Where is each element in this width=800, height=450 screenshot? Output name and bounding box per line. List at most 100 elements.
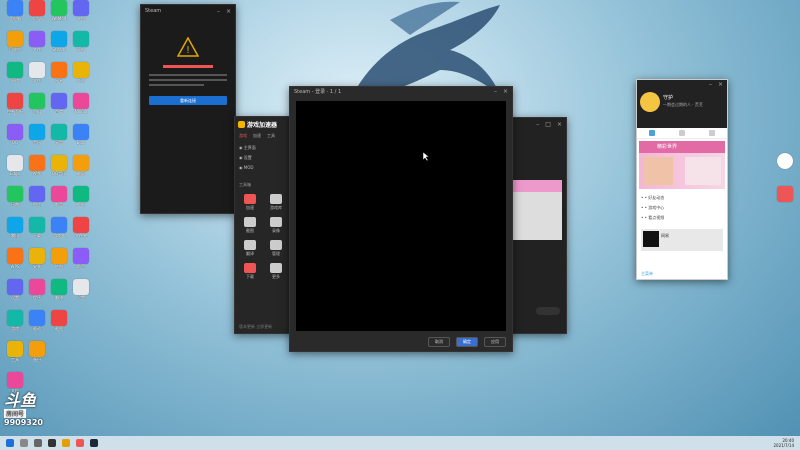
desktop-icon[interactable]: Nvidia bbox=[68, 93, 94, 123]
platform-tab[interactable]: 加速 bbox=[253, 133, 261, 139]
app-icon bbox=[73, 279, 89, 295]
avatar[interactable] bbox=[640, 92, 660, 112]
platform-list: ◉ 主界面 ◉ 设置 ◉ MOD bbox=[235, 141, 293, 174]
close-icon[interactable]: × bbox=[718, 81, 723, 88]
contacts-icon[interactable] bbox=[679, 130, 685, 136]
reconnect-button[interactable]: 重新连接 bbox=[149, 96, 227, 105]
desktop-icon[interactable]: 办公 bbox=[68, 62, 94, 92]
maximize-icon[interactable]: □ bbox=[545, 121, 551, 128]
qq-list-item[interactable]: • • 好友动态 bbox=[641, 193, 723, 203]
search-icon[interactable] bbox=[20, 439, 28, 447]
dialog-button[interactable]: 应用 bbox=[484, 337, 506, 347]
app-icon bbox=[51, 217, 67, 233]
qq-list-item[interactable]: • • 游戏中心 bbox=[641, 203, 723, 213]
task-view-icon[interactable] bbox=[34, 439, 42, 447]
app-icon bbox=[777, 153, 793, 169]
platform-tabs: 游戏 加速 工具 bbox=[235, 131, 293, 141]
app-icon bbox=[73, 62, 89, 78]
desktop-icon-label: 文档 bbox=[77, 16, 85, 21]
taskbar: 20:40 2021/7/14 bbox=[0, 436, 800, 450]
app-icon bbox=[777, 186, 793, 202]
tool-button[interactable]: 加速 bbox=[239, 194, 261, 211]
desktop-icon[interactable]: 文件夹 bbox=[68, 217, 94, 247]
desktop-icon-label: 办公 bbox=[77, 78, 85, 83]
app-icon bbox=[29, 310, 45, 326]
qq-banner[interactable]: 精彩世界 bbox=[639, 141, 725, 189]
desktop-icon-right-2[interactable] bbox=[772, 186, 798, 216]
tool-icon bbox=[270, 194, 282, 204]
app-icon bbox=[51, 93, 67, 109]
platform-list-item[interactable]: ◉ 设置 bbox=[239, 153, 289, 163]
tool-button[interactable]: 下载 bbox=[239, 263, 261, 280]
desktop-icon[interactable]: 截图 bbox=[46, 310, 72, 340]
tool-icon bbox=[244, 263, 256, 273]
tool-button[interactable]: 管理 bbox=[265, 240, 287, 257]
start-icon[interactable] bbox=[6, 439, 14, 447]
minimize-icon[interactable]: – bbox=[494, 88, 497, 95]
desktop-icon[interactable]: Epic bbox=[68, 124, 94, 154]
desktop-icon-label: Nvidia bbox=[74, 109, 88, 114]
platform-footer: 版本更新 立即更新 bbox=[239, 324, 273, 329]
desktop-icon[interactable]: 截屏 bbox=[68, 155, 94, 185]
minimize-icon[interactable]: – bbox=[536, 121, 539, 128]
platform-tab[interactable]: 游戏 bbox=[239, 133, 247, 139]
dialog-button[interactable]: 确定 bbox=[456, 337, 478, 347]
platform-list-item[interactable]: ◉ MOD bbox=[239, 163, 289, 172]
banner-image-left bbox=[643, 157, 673, 185]
desktop-icon-label: 助手 bbox=[77, 264, 85, 269]
tool-label: 录像 bbox=[272, 228, 280, 233]
close-icon[interactable]: × bbox=[226, 8, 231, 15]
taskbar-app-icon[interactable] bbox=[48, 439, 56, 447]
close-icon[interactable]: × bbox=[557, 121, 562, 128]
desktop-icon[interactable]: 文档 bbox=[68, 0, 94, 30]
app-icon bbox=[29, 0, 45, 16]
chat-avatar bbox=[643, 231, 659, 247]
qq-footer[interactable]: 主菜单 bbox=[641, 271, 653, 277]
tool-icon bbox=[270, 217, 282, 227]
warning-icon: ! bbox=[141, 36, 235, 59]
steam-icon[interactable] bbox=[90, 439, 98, 447]
app-icon bbox=[73, 0, 89, 16]
tools-grid: 加速 游戏库 截图 录像翻译 管理 下载 更多 bbox=[235, 190, 293, 284]
tool-button[interactable]: 录像 bbox=[265, 217, 287, 234]
tool-button[interactable]: 游戏库 bbox=[265, 194, 287, 211]
desktop-icon[interactable]: 表格 bbox=[68, 31, 94, 61]
dialog-button[interactable]: 取消 bbox=[428, 337, 450, 347]
minimize-icon[interactable]: – bbox=[709, 81, 712, 88]
desktop-icon-right-1[interactable] bbox=[772, 153, 798, 183]
clock-date: 2021/7/14 bbox=[773, 443, 794, 448]
toggle-pill[interactable] bbox=[536, 307, 560, 315]
platform-tab[interactable]: 工具 bbox=[267, 133, 275, 139]
taskbar-app-icon[interactable] bbox=[76, 439, 84, 447]
desktop-icon[interactable]: 助手 bbox=[68, 248, 94, 278]
tool-button[interactable]: 翻译 bbox=[239, 240, 261, 257]
app-icon bbox=[29, 217, 45, 233]
app-icon bbox=[7, 186, 23, 202]
qq-list-item[interactable]: • • 看点视频 bbox=[641, 213, 723, 223]
main-window-titlebar: Steam - 登录 · 1 / 1 – × bbox=[290, 87, 512, 96]
desktop-icon[interactable]: 设置 bbox=[68, 279, 94, 309]
tool-button[interactable]: 截图 bbox=[239, 217, 261, 234]
app-icon bbox=[51, 62, 67, 78]
clock[interactable]: 20:40 2021/7/14 bbox=[773, 438, 794, 448]
app-icon bbox=[7, 341, 23, 357]
desktop-icon[interactable]: 壁纸 bbox=[68, 186, 94, 216]
app-icon bbox=[7, 93, 23, 109]
close-icon[interactable]: × bbox=[503, 88, 508, 95]
tool-label: 翻译 bbox=[246, 251, 254, 256]
app-icon bbox=[29, 124, 45, 140]
app-icon bbox=[29, 62, 45, 78]
desktop-icon-label: 设置 bbox=[77, 295, 85, 300]
folder-icon[interactable] bbox=[62, 439, 70, 447]
minimize-icon[interactable]: – bbox=[217, 8, 220, 15]
content-viewport[interactable] bbox=[296, 101, 506, 331]
app-icon bbox=[73, 93, 89, 109]
app-icon bbox=[29, 341, 45, 357]
qq-chat-row[interactable]: 网易 bbox=[641, 229, 723, 251]
platform-list-item[interactable]: ◉ 主界面 bbox=[239, 143, 289, 153]
tool-button[interactable]: 更多 bbox=[265, 263, 287, 280]
desktop-icon-label: 表格 bbox=[77, 47, 85, 52]
desktop-icon[interactable]: 备份 bbox=[24, 341, 50, 371]
space-icon[interactable] bbox=[709, 130, 715, 136]
message-icon[interactable] bbox=[649, 130, 655, 136]
